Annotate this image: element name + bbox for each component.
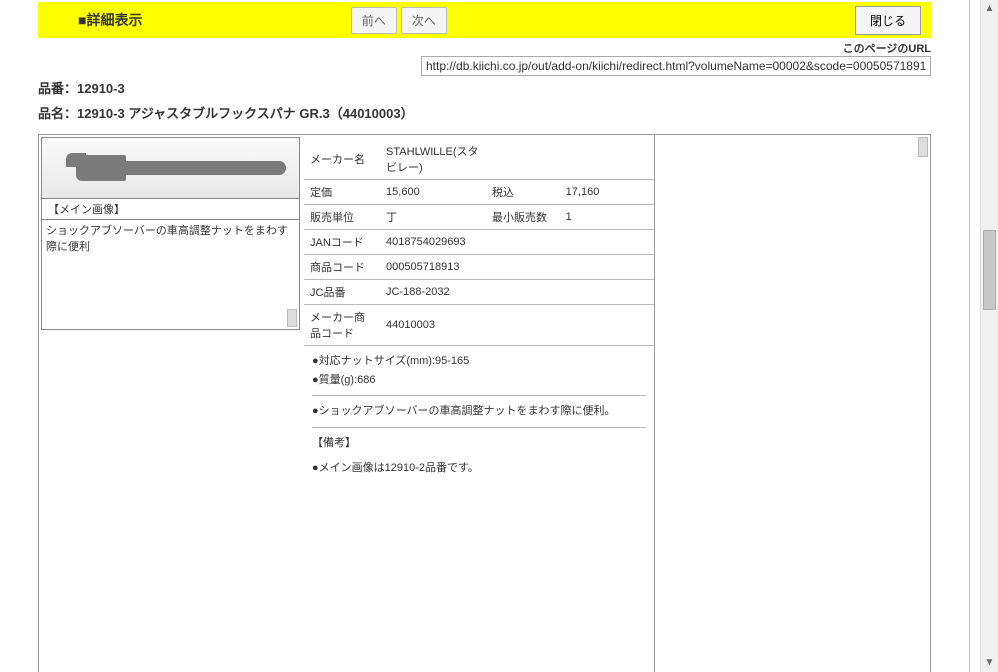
product-code-row: 品番：12910-3 [38, 78, 931, 97]
spec-row: JANコード4018754029693 [304, 230, 654, 255]
product-name-value: 12910-3 アジャスタブルフックスパナ GR.3（44010003） [77, 106, 414, 121]
product-code-label: 品番： [38, 81, 77, 96]
wrench-icon [56, 155, 286, 181]
spec-label [486, 139, 560, 180]
spec-value [560, 230, 654, 255]
spec-label: 税込 [486, 180, 560, 205]
page-url-field[interactable] [421, 56, 931, 76]
spec-value: 丁 [380, 205, 486, 230]
main-image-box: 【メイン画像】 [41, 137, 300, 220]
spec-row: メーカー商品コード44010003 [304, 305, 654, 346]
spec-label: 定価 [304, 180, 380, 205]
note-nut-size: ●対応ナットサイズ(mm):95-165 [312, 352, 646, 371]
spec-label [486, 280, 560, 305]
image-description: ショックアブソーバーの車高調整ナットをまわす際に便利 [41, 220, 300, 330]
spec-value: 15,600 [380, 180, 486, 205]
note-usage: ●ショックアブソーバーの車高調整ナットをまわす際に便利。 [312, 402, 646, 421]
scroll-down-icon[interactable]: ▼ [981, 654, 998, 672]
note-weight: ●質量(g):686 [312, 371, 646, 390]
product-code-value: 12910-3 [77, 81, 125, 96]
prev-button[interactable]: 前へ [351, 7, 397, 34]
spec-label: 販売単位 [304, 205, 380, 230]
spec-value [560, 139, 654, 180]
spec-row: 販売単位丁最小販売数1 [304, 205, 654, 230]
spec-label [486, 255, 560, 280]
close-button[interactable]: 閉じる [855, 6, 921, 35]
header-bar: ■詳細表示 前へ 次へ 閉じる [38, 2, 931, 38]
spec-value [560, 280, 654, 305]
page-title: ■詳細表示 [78, 10, 142, 30]
spec-value: 4018754029693 [380, 230, 486, 255]
window-scrollbar[interactable]: ▲ ▼ [980, 0, 998, 672]
spec-row: 商品コード000505718913 [304, 255, 654, 280]
content-frame: 【メイン画像】 ショックアブソーバーの車高調整ナットをまわす際に便利 メーカー名… [38, 134, 931, 672]
url-label: このページのURL [843, 40, 931, 56]
spec-label: メーカー名 [304, 139, 380, 180]
spec-value: JC-188-2032 [380, 280, 486, 305]
spec-label: 商品コード [304, 255, 380, 280]
scroll-thumb[interactable] [983, 230, 996, 310]
spec-row: メーカー名STAHLWILLE(スタビレー) [304, 139, 654, 180]
product-name-row: 品名：12910-3 アジャスタブルフックスパナ GR.3（44010003） [38, 103, 931, 122]
spec-value [560, 255, 654, 280]
spec-value: STAHLWILLE(スタビレー) [380, 139, 486, 180]
product-image [42, 138, 299, 198]
remark-label: 【備考】 [312, 434, 646, 453]
spec-label: JANコード [304, 230, 380, 255]
next-button[interactable]: 次へ [401, 7, 447, 34]
spec-label [486, 230, 560, 255]
resize-grip-icon[interactable] [287, 309, 297, 327]
spec-value: 1 [560, 205, 654, 230]
scroll-thumb-icon[interactable] [918, 137, 928, 157]
spec-value: 17,160 [560, 180, 654, 205]
spec-row: JC品番JC-188-2032 [304, 280, 654, 305]
spec-value: 000505718913 [380, 255, 486, 280]
spec-label: JC品番 [304, 280, 380, 305]
spec-value: 44010003 [380, 305, 486, 346]
spec-label [486, 305, 560, 346]
spec-label: メーカー商品コード [304, 305, 380, 346]
scroll-up-icon[interactable]: ▲ [981, 0, 998, 18]
image-caption: 【メイン画像】 [42, 198, 299, 219]
spec-label: 最小販売数 [486, 205, 560, 230]
spec-row: 定価15,600税込17,160 [304, 180, 654, 205]
image-description-text: ショックアブソーバーの車高調整ナットをまわす際に便利 [46, 225, 288, 253]
spec-value [560, 305, 654, 346]
right-panel [654, 135, 930, 672]
spec-table: メーカー名STAHLWILLE(スタビレー)定価15,600税込17,160販売… [304, 139, 654, 346]
note-image-ref: ●メイン画像は12910-2品番です。 [312, 459, 646, 478]
product-name-label: 品名： [38, 106, 77, 121]
notes-block: ●対応ナットサイズ(mm):95-165 ●質量(g):686 ●ショックアブソ… [304, 346, 654, 483]
